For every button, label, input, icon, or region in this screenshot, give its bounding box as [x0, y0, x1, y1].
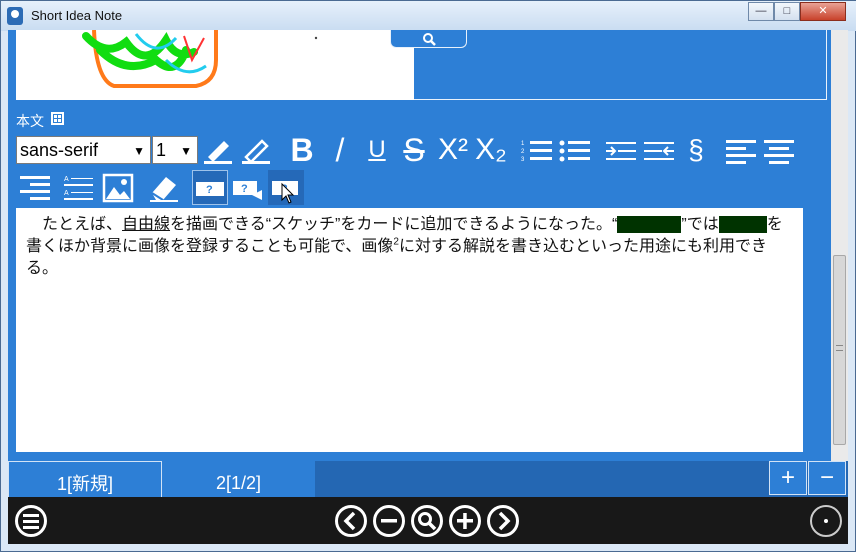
subscript-button[interactable]: X₂ [474, 135, 508, 166]
svg-text:?: ? [206, 184, 213, 196]
bullet-list-button[interactable] [558, 137, 592, 165]
ordered-list-button[interactable]: 1 2 3 [520, 137, 554, 165]
hidden-text-block[interactable] [718, 216, 767, 233]
pen-button[interactable] [240, 135, 272, 165]
minimize-button[interactable]: — [748, 2, 774, 21]
align-left-icon [726, 140, 756, 164]
question-left-icon: ? [233, 181, 262, 200]
pen-icon [242, 139, 270, 164]
sketch-drawing [82, 30, 318, 88]
scrollbar-grip [836, 345, 843, 351]
question-toggle-button[interactable]: ? [268, 170, 304, 205]
hamburger-menu-icon [23, 514, 39, 529]
font-family-select[interactable]: sans-serif ▼ [16, 136, 151, 164]
strikethrough-button[interactable]: S [398, 134, 430, 166]
align-right-button[interactable] [18, 173, 52, 201]
body-section-label: 本文 [16, 113, 44, 129]
svg-text:1: 1 [521, 141, 525, 147]
question-card-icon: ? [196, 182, 224, 196]
font-family-value: sans-serif [20, 140, 99, 160]
tab-card-1[interactable]: 1[新規] [8, 461, 162, 497]
body-text-editor[interactable]: たとえば、自由線を描画できる“スケッチ”をカードに追加できるようになった。“ ”… [16, 208, 803, 452]
window-title: Short Idea Note [31, 8, 123, 23]
maximize-button[interactable]: □ [774, 2, 800, 21]
svg-text:2: 2 [521, 149, 525, 155]
plus-icon [457, 513, 473, 529]
svg-text:?: ? [241, 183, 248, 195]
options-button[interactable] [810, 505, 842, 537]
outdent-icon [644, 142, 674, 160]
title-bar[interactable]: Short Idea Note — □ ✕ [1, 1, 856, 31]
align-left-button[interactable] [724, 137, 758, 165]
ordered-list-icon: 1 2 3 [521, 141, 552, 163]
highlight-pen-button[interactable] [202, 135, 234, 165]
chevron-left-icon [343, 511, 356, 531]
image-icon [102, 173, 134, 203]
search-nav-button[interactable] [411, 505, 443, 537]
svg-text:A: A [64, 190, 69, 197]
italic-button[interactable]: / [326, 134, 354, 166]
insert-image-button[interactable] [102, 173, 134, 203]
add-tab-button[interactable]: + [769, 461, 807, 495]
editor-link[interactable]: 自由線 [122, 216, 170, 233]
superscript-button[interactable]: X² [436, 135, 470, 166]
chevron-down-icon: ▼ [180, 144, 192, 158]
bold-button[interactable]: B [286, 134, 318, 166]
svg-text:3: 3 [521, 157, 525, 163]
font-size-value: 1 [156, 140, 167, 160]
chevron-down-icon: ▼ [133, 144, 145, 158]
eraser-button[interactable] [148, 173, 180, 203]
search-button[interactable] [390, 30, 467, 48]
underline-button[interactable]: U [363, 136, 391, 166]
dot-icon [824, 519, 828, 523]
remove-tab-button[interactable]: − [808, 461, 846, 495]
question-card-button[interactable]: ? [192, 170, 228, 205]
ruby-icon: AA [64, 176, 93, 200]
editor-text: を [766, 216, 783, 233]
editor-text: 書くほか背景に画像を登録することも可能で、画像 [26, 238, 394, 255]
section-symbol-button[interactable]: § [682, 136, 710, 166]
grid-icon[interactable] [51, 112, 64, 125]
magnifier-icon [418, 512, 437, 531]
editor-text: を描画できる“スケッチ”をカードに追加できるようになった。“ [170, 216, 618, 233]
hidden-text-block[interactable] [617, 216, 682, 233]
question-toggle-icon: ? [272, 181, 298, 204]
editor-text: たとえば、 [42, 216, 123, 233]
editor-text: る。 [26, 260, 59, 277]
outdent-button[interactable] [642, 137, 676, 165]
zoom-in-button[interactable] [449, 505, 481, 537]
sketch-canvas[interactable] [16, 30, 414, 100]
sketch-side-panel [414, 30, 827, 100]
bullet-list-icon [559, 140, 590, 162]
align-center-button[interactable] [762, 137, 796, 165]
svg-text:A: A [64, 176, 69, 183]
ruby-text-button[interactable]: AA [62, 173, 96, 201]
next-button[interactable] [487, 505, 519, 537]
menu-button[interactable] [15, 505, 47, 537]
highlight-pen-icon [204, 141, 232, 164]
indent-icon [606, 142, 636, 160]
minus-icon [381, 519, 397, 523]
indent-button[interactable] [604, 137, 638, 165]
align-center-icon [764, 140, 794, 164]
search-icon [422, 33, 436, 46]
close-button[interactable]: ✕ [800, 2, 846, 21]
question-left-button[interactable]: ? [230, 172, 264, 204]
zoom-out-button[interactable] [373, 505, 405, 537]
editor-text: ”では [681, 216, 719, 233]
eraser-icon [150, 177, 178, 202]
chevron-right-icon [498, 511, 511, 531]
font-size-select[interactable]: 1 ▼ [152, 136, 198, 164]
editor-text: に対する解説を書き込むといった用途にも利用でき [398, 238, 767, 255]
align-right-icon [20, 176, 50, 200]
tab-card-2[interactable]: 2[1/2] [162, 461, 315, 497]
previous-button[interactable] [335, 505, 367, 537]
app-icon [7, 7, 23, 25]
